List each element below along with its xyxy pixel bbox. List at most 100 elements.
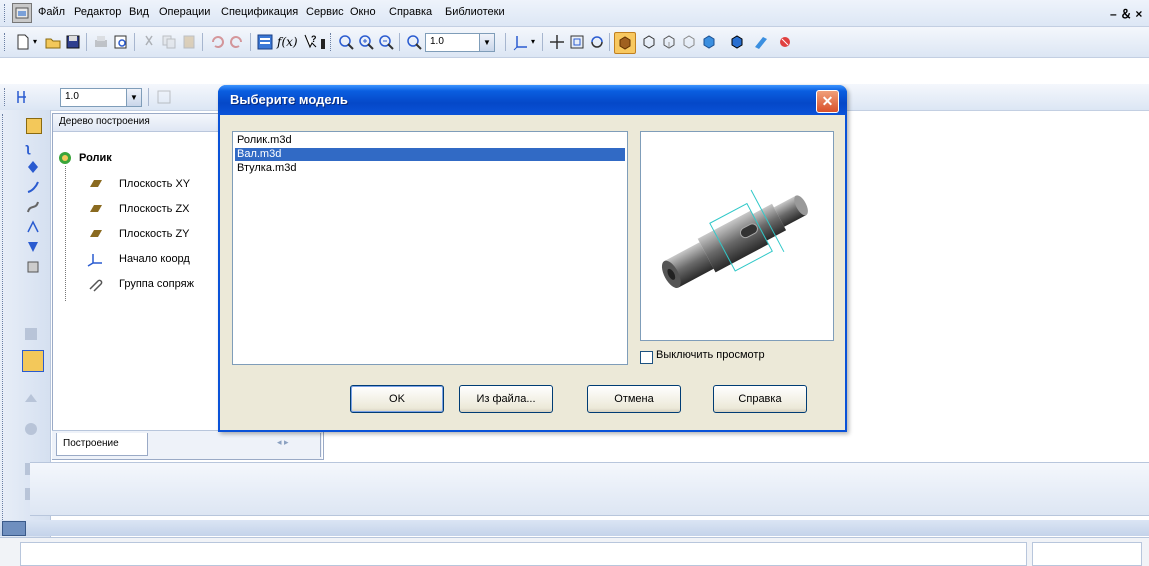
details-icon[interactable] xyxy=(22,350,44,372)
grid-icon[interactable] xyxy=(155,88,173,106)
from-file-button[interactable]: Из файла... xyxy=(459,385,553,413)
point-icon[interactable] xyxy=(26,160,40,174)
print-icon[interactable] xyxy=(92,33,110,51)
help-button[interactable]: Справка xyxy=(713,385,807,413)
menu-specification[interactable]: Спецификация xyxy=(221,6,298,18)
zoom-in-icon[interactable] xyxy=(357,33,375,51)
toolbar-grip[interactable] xyxy=(4,88,8,106)
disable-preview-checkbox[interactable] xyxy=(640,351,653,364)
surface-icon[interactable] xyxy=(26,240,40,254)
variables-icon[interactable]: f(x) xyxy=(277,35,298,49)
menu-grip[interactable] xyxy=(4,4,8,22)
new-document-icon[interactable] xyxy=(14,33,32,51)
status-field xyxy=(1032,542,1142,566)
window-controls[interactable]: – ＆ × xyxy=(1110,5,1142,22)
zoom-combo[interactable]: 1.0 ▼ xyxy=(425,33,495,52)
show-all-icon[interactable] xyxy=(568,33,586,51)
menu-libraries[interactable]: Библиотеки xyxy=(445,6,505,18)
toolbar-chevron-icon[interactable] xyxy=(321,39,325,49)
dialog-title-bar[interactable]: Выберите модель ✕ xyxy=(218,85,847,115)
new-dropdown-icon[interactable]: ▾ xyxy=(33,37,37,46)
cut-icon[interactable] xyxy=(140,33,158,51)
plane-icon xyxy=(89,178,103,190)
hidden-lines-icon[interactable] xyxy=(660,33,678,51)
angle-icon[interactable] xyxy=(26,220,40,234)
geometry-icon[interactable] xyxy=(22,325,40,343)
filter-icon[interactable] xyxy=(776,33,794,51)
context-help-icon[interactable]: ? xyxy=(302,33,320,51)
toolbar-grip[interactable] xyxy=(330,33,334,51)
menu-window[interactable]: Окно xyxy=(350,6,376,18)
menu-edit[interactable]: Редактор xyxy=(74,6,121,18)
document-icon[interactable] xyxy=(12,3,32,23)
menu-help[interactable]: Справка xyxy=(389,6,432,18)
panel-toggle-icon[interactable] xyxy=(2,521,26,536)
save-icon[interactable] xyxy=(64,33,82,51)
zoom-window-icon[interactable] xyxy=(337,33,355,51)
tree-item-plane-xy[interactable]: Плоскость XY xyxy=(119,178,190,190)
tree-line xyxy=(65,166,67,301)
tree-root[interactable]: Ролик xyxy=(79,152,112,164)
perspective-icon[interactable] xyxy=(752,33,770,51)
undo-icon[interactable] xyxy=(208,33,226,51)
curve-icon[interactable]: ʅ xyxy=(26,140,40,155)
manager-icon[interactable] xyxy=(256,33,274,51)
separator xyxy=(134,33,135,51)
thin-lines-icon[interactable] xyxy=(680,33,698,51)
menu-file[interactable]: Файл xyxy=(38,6,65,18)
fillet-icon[interactable] xyxy=(26,180,40,194)
mates-icon[interactable] xyxy=(22,420,40,438)
close-button[interactable]: ✕ xyxy=(816,90,839,113)
list-item[interactable]: Втулка.m3d xyxy=(235,162,298,175)
select-model-dialog: Выберите модель ✕ Ролик.m3d Вал.m3d Втул… xyxy=(218,85,847,432)
properties-panel xyxy=(30,462,1149,516)
menu-operations[interactable]: Операции xyxy=(159,6,210,18)
redo-icon[interactable] xyxy=(228,33,246,51)
assembly-icon[interactable] xyxy=(22,390,40,408)
disable-preview-label[interactable]: Выключить просмотр xyxy=(656,349,765,361)
rotate-icon[interactable] xyxy=(588,33,606,51)
step-value: 1.0 xyxy=(65,91,79,102)
print-preview-icon[interactable] xyxy=(112,33,130,51)
chevron-down-icon[interactable]: ▼ xyxy=(126,89,141,106)
edit-sketch-icon[interactable] xyxy=(26,118,42,134)
step-combo[interactable]: 1.0 ▼ xyxy=(60,88,142,107)
tree-item-plane-zx[interactable]: Плоскость ZX xyxy=(119,203,190,215)
menu-view[interactable]: Вид xyxy=(129,6,149,18)
menu-service[interactable]: Сервис xyxy=(306,6,344,18)
coordinate-system-icon[interactable] xyxy=(512,33,530,51)
chevron-down-icon[interactable]: ▼ xyxy=(479,34,494,51)
panel-grip[interactable] xyxy=(2,114,6,554)
open-folder-icon[interactable] xyxy=(44,33,62,51)
copy-icon[interactable] xyxy=(160,33,178,51)
tree-item-mates-group[interactable]: Группа сопряж xyxy=(119,278,194,290)
cancel-button[interactable]: Отмена xyxy=(587,385,681,413)
ok-button[interactable]: OK xyxy=(350,385,444,413)
wireframe-icon[interactable] xyxy=(640,33,658,51)
pan-icon[interactable] xyxy=(548,33,566,51)
paste-icon[interactable] xyxy=(180,33,198,51)
toolbar-grip[interactable] xyxy=(4,33,8,51)
tab-build[interactable]: Построение xyxy=(56,433,148,456)
measure-icon[interactable] xyxy=(26,260,40,274)
plane-icon xyxy=(89,228,103,240)
standard-toolbar: ▾ f(x) ? 1.0 ▼ ▾ xyxy=(0,27,1149,58)
tree-item-plane-zy[interactable]: Плоскость ZY xyxy=(119,228,190,240)
zoom-out-icon[interactable] xyxy=(377,33,395,51)
tab-scroll-arrows[interactable]: ◂ ▸ xyxy=(277,437,289,448)
halftone-edges-icon[interactable] xyxy=(728,33,746,51)
orientation-dropdown-icon[interactable]: ▾ xyxy=(531,37,535,46)
list-item[interactable]: Ролик.m3d xyxy=(235,134,294,147)
zoom-scale-icon[interactable] xyxy=(405,33,423,51)
shaded-mode-icon[interactable] xyxy=(614,32,636,54)
step-icon[interactable] xyxy=(14,88,32,106)
tree-item-origin[interactable]: Начало коорд xyxy=(119,253,190,265)
divider xyxy=(320,433,321,457)
spline-icon[interactable] xyxy=(26,200,40,214)
halftone-icon[interactable] xyxy=(700,33,718,51)
model-file-list[interactable]: Ролик.m3d Вал.m3d Втулка.m3d xyxy=(232,131,628,365)
separator xyxy=(609,33,610,51)
separator xyxy=(250,33,251,51)
list-item-selected[interactable]: Вал.m3d xyxy=(235,148,625,161)
separator xyxy=(399,33,400,51)
